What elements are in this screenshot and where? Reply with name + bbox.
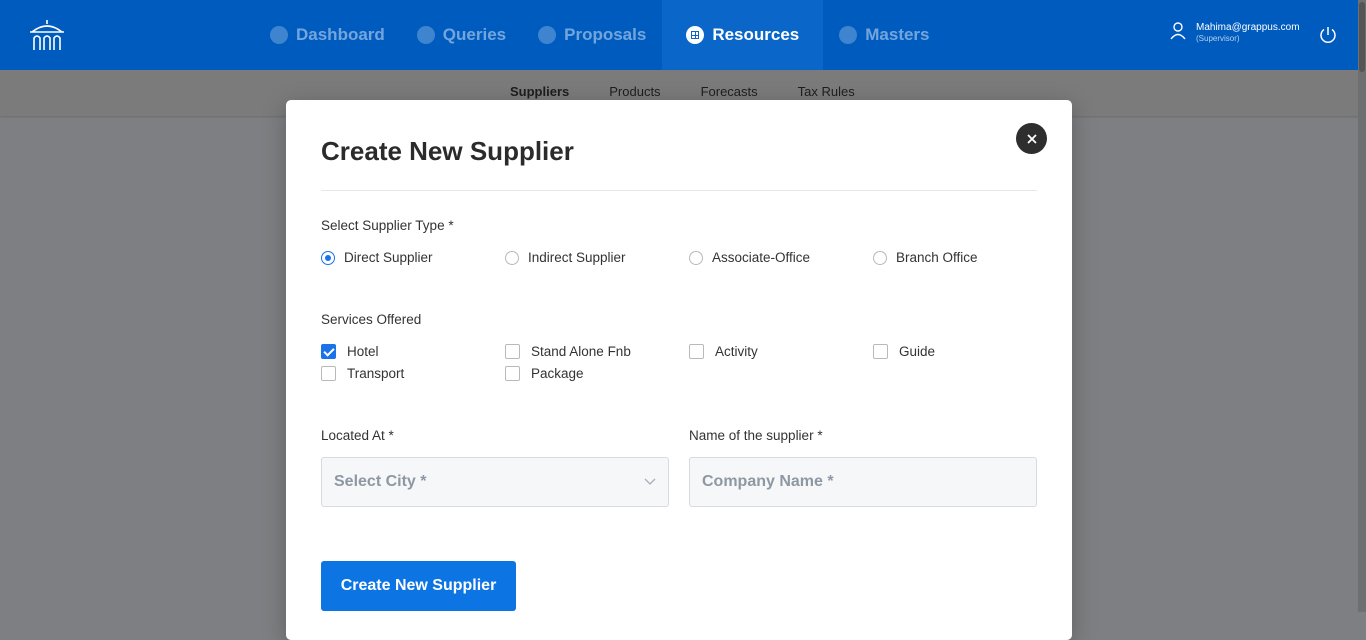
radio-associate-office[interactable]: Associate-Office <box>689 250 873 265</box>
subnav-forecasts[interactable]: Forecasts <box>701 84 758 99</box>
checkbox[interactable] <box>873 344 888 359</box>
page-scrollbar[interactable] <box>1358 0 1366 612</box>
services-row-1: Hotel Stand Alone Fnb Activity Guide <box>321 344 1057 359</box>
checkbox[interactable] <box>505 344 520 359</box>
main-nav: Dashboard Queries Proposals Resources Ma… <box>254 0 946 70</box>
nav-label: Proposals <box>564 25 647 44</box>
divider <box>321 190 1037 191</box>
nav-label: Masters <box>865 25 930 44</box>
proposals-icon <box>538 26 557 44</box>
create-supplier-button[interactable]: Create New Supplier <box>321 561 516 611</box>
nav-label: Resources <box>712 25 800 44</box>
radio-button[interactable] <box>321 250 335 265</box>
checkbox-label: Package <box>531 366 584 381</box>
checkbox-stand-alone-fnb[interactable]: Stand Alone Fnb <box>505 344 689 359</box>
checkbox-label: Transport <box>347 366 405 381</box>
modal-title: Create New Supplier <box>321 136 574 166</box>
user-info: Mahima@grappus.com (Supervisor) <box>1196 22 1300 44</box>
city-select[interactable]: Select City * <box>321 457 669 507</box>
user-menu[interactable]: Mahima@grappus.com (Supervisor) <box>1170 22 1300 44</box>
resources-icon <box>686 26 705 44</box>
masters-icon <box>839 26 858 44</box>
checkbox-hotel[interactable]: Hotel <box>321 344 505 359</box>
create-supplier-modal: Create New Supplier Select Supplier Type… <box>286 100 1072 640</box>
dashboard-icon <box>270 26 288 44</box>
nav-label: Dashboard <box>296 25 385 44</box>
radio-label: Branch Office <box>896 250 978 265</box>
user-icon <box>1170 22 1186 40</box>
logo-icon[interactable] <box>28 18 66 52</box>
radio-indirect-supplier[interactable]: Indirect Supplier <box>505 250 689 265</box>
city-select-placeholder: Select City * <box>334 473 427 490</box>
nav-label: Queries <box>442 25 507 44</box>
nav-resources[interactable]: Resources <box>662 0 824 70</box>
power-icon[interactable] <box>1318 25 1338 45</box>
services-row-2: Transport Package <box>321 366 689 381</box>
radio-label: Direct Supplier <box>344 250 433 265</box>
radio-direct-supplier[interactable]: Direct Supplier <box>321 250 505 265</box>
supplier-type-group: Direct Supplier Indirect Supplier Associ… <box>321 250 1057 265</box>
company-name-input[interactable]: Company Name * <box>689 457 1037 507</box>
user-role: (Supervisor) <box>1196 34 1240 43</box>
radio-label: Associate-Office <box>712 250 811 265</box>
nav-dashboard[interactable]: Dashboard <box>254 0 401 70</box>
subnav-suppliers[interactable]: Suppliers <box>510 84 569 99</box>
close-icon <box>1026 133 1037 144</box>
radio-label: Indirect Supplier <box>528 250 626 265</box>
radio-button[interactable] <box>873 250 887 265</box>
nav-queries[interactable]: Queries <box>401 0 522 70</box>
checkbox[interactable] <box>321 344 336 359</box>
checkbox-label: Stand Alone Fnb <box>531 344 631 359</box>
supplier-name-label: Name of the supplier * <box>689 428 823 443</box>
checkbox-label: Hotel <box>347 344 379 359</box>
company-name-placeholder: Company Name * <box>702 473 834 490</box>
subnav-tax-rules[interactable]: Tax Rules <box>798 84 855 99</box>
scrollbar-thumb[interactable] <box>1359 2 1365 72</box>
checkbox[interactable] <box>689 344 704 359</box>
nav-masters[interactable]: Masters <box>823 0 945 70</box>
checkbox[interactable] <box>505 366 520 381</box>
radio-button[interactable] <box>505 250 519 265</box>
radio-branch-office[interactable]: Branch Office <box>873 250 1057 265</box>
located-at-label: Located At * <box>321 428 394 443</box>
checkbox-label: Guide <box>899 344 936 359</box>
checkbox[interactable] <box>321 366 336 381</box>
user-email: Mahima@grappus.com <box>1196 22 1300 33</box>
close-button[interactable] <box>1016 123 1047 154</box>
top-navbar: Dashboard Queries Proposals Resources Ma… <box>0 0 1366 70</box>
services-label: Services Offered <box>321 312 422 327</box>
supplier-type-label: Select Supplier Type * <box>321 218 454 233</box>
radio-button[interactable] <box>689 250 703 265</box>
checkbox-package[interactable]: Package <box>505 366 689 381</box>
nav-proposals[interactable]: Proposals <box>522 0 662 70</box>
chevron-down-icon <box>644 478 656 485</box>
queries-icon <box>416 26 435 44</box>
checkbox-activity[interactable]: Activity <box>689 344 873 359</box>
checkbox-label: Activity <box>715 344 758 359</box>
checkbox-transport[interactable]: Transport <box>321 366 505 381</box>
checkbox-guide[interactable]: Guide <box>873 344 1057 359</box>
subnav-products[interactable]: Products <box>609 84 660 99</box>
